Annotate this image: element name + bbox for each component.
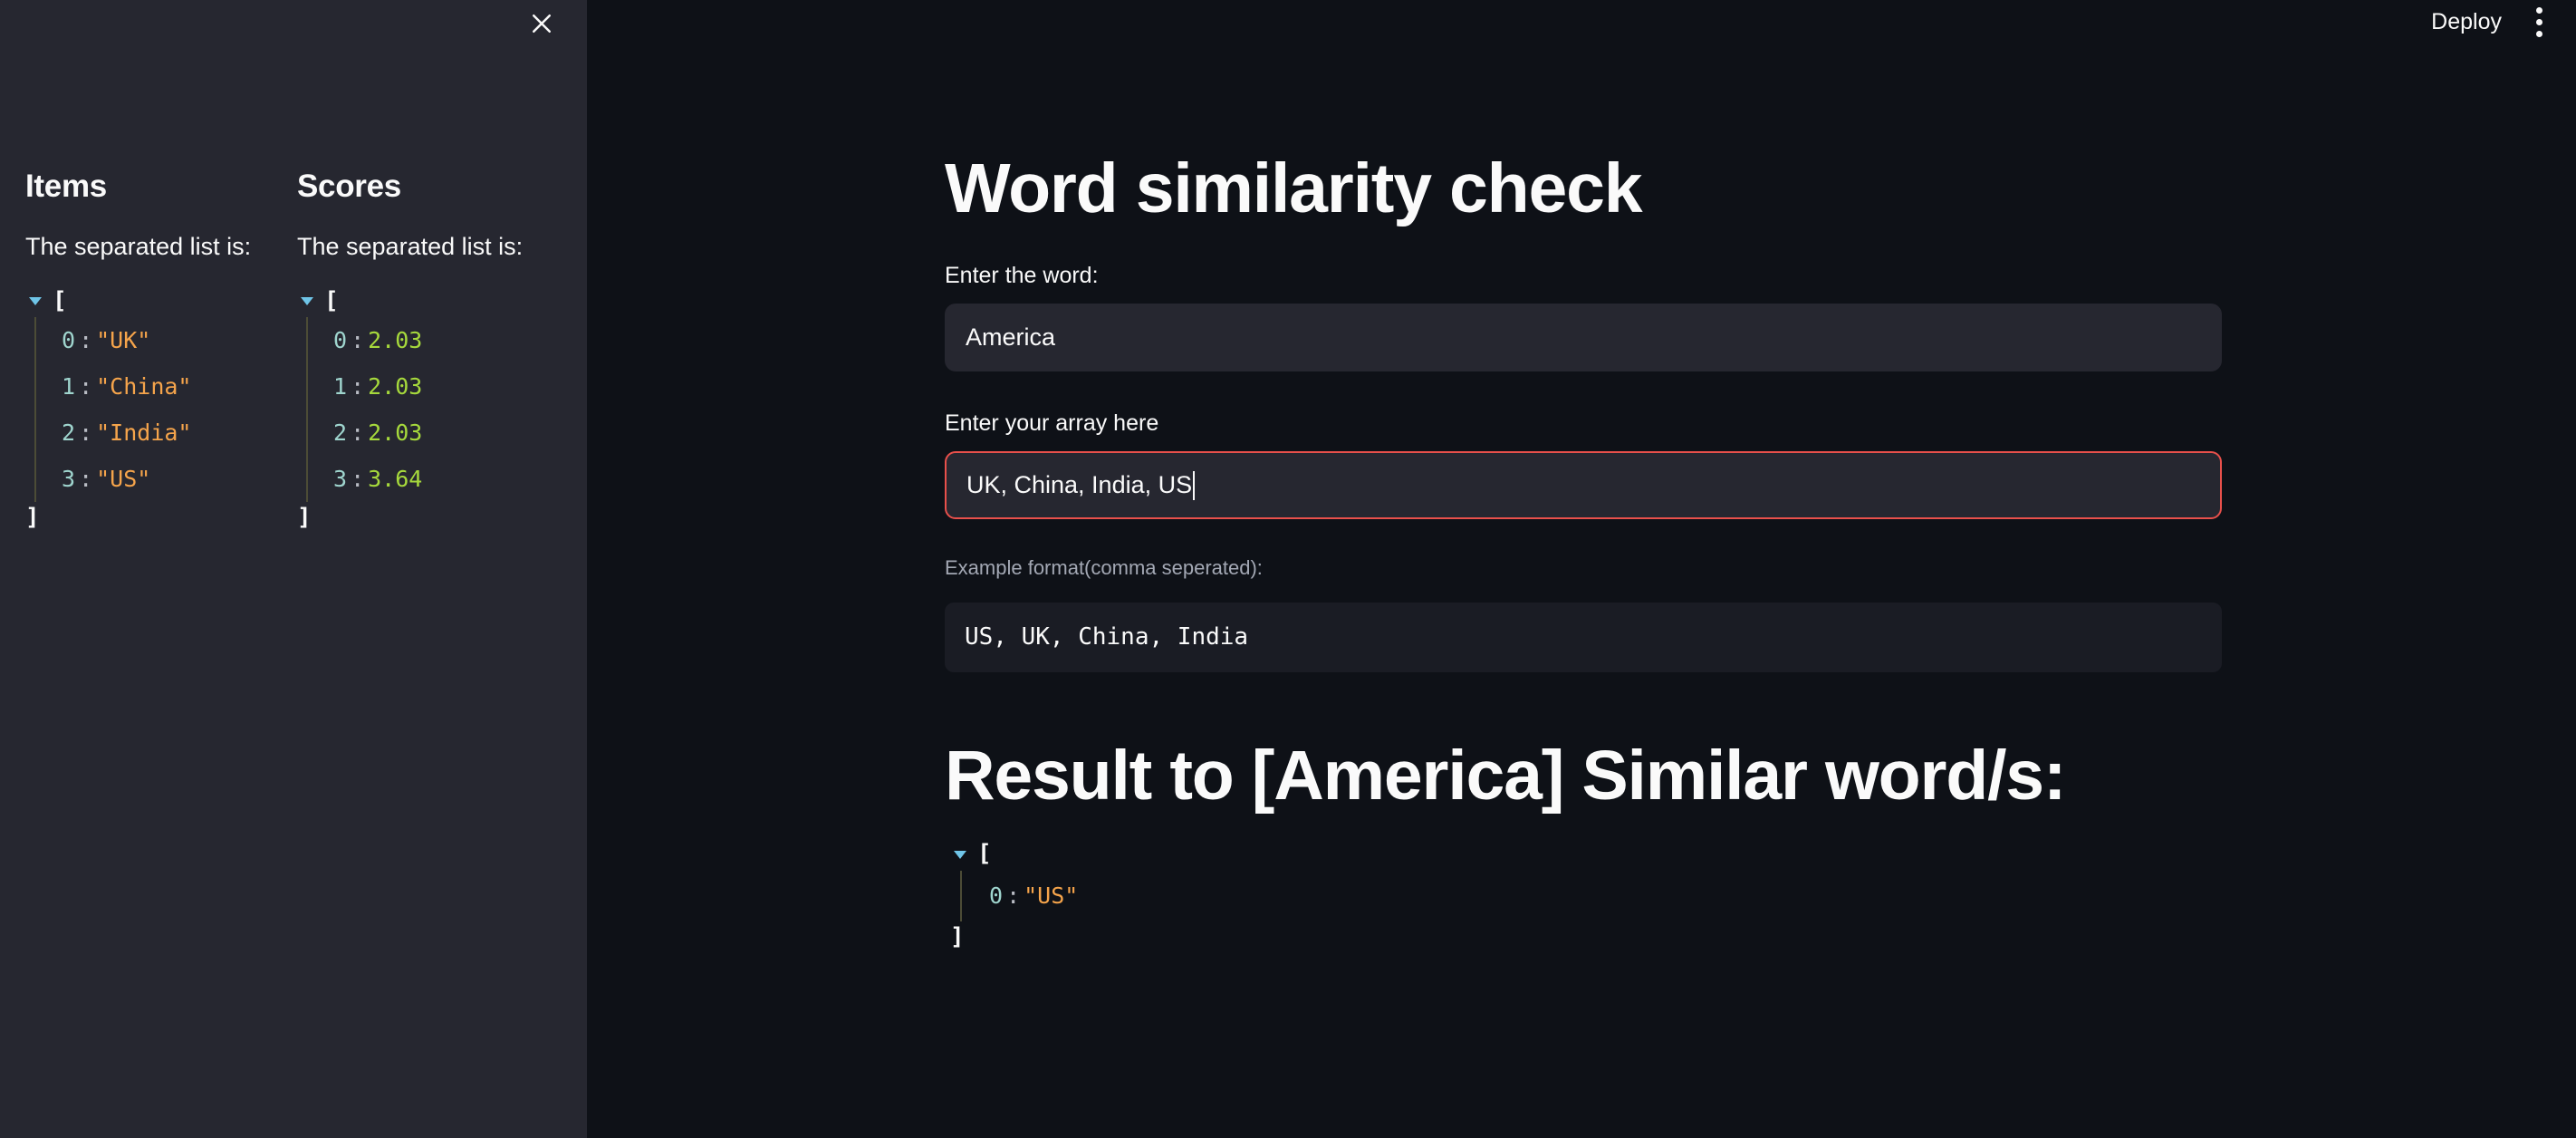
json-key: 2 (333, 419, 348, 446)
json-colon: : (79, 372, 93, 400)
array-input[interactable]: UK, China, India, US (945, 451, 2222, 519)
json-key: 1 (333, 372, 348, 400)
items-json-entries: 0 : "UK" 1 : "China" 2 : "India" 3: "US… (34, 317, 297, 503)
scores-json-entries: 0 : 2.03 1 : 2.03 2 : 2.03 3: 3.64 (306, 317, 569, 503)
app-root: Items The separated list is: [ 0: "UK" … (0, 0, 2576, 1138)
result-close-bracket: ] (950, 922, 965, 950)
json-value: 3.64 (368, 465, 423, 492)
json-key: 0 (989, 882, 1004, 909)
items-subtext: The separated list is: (25, 232, 252, 260)
json-entry: 3 : 3.64 (333, 456, 569, 502)
array-input-value: UK, China, India, US (966, 471, 1193, 498)
sidebar-column-items: Items The separated list is: [ 0: "UK" … (25, 168, 297, 529)
json-value: "India" (96, 419, 192, 446)
json-entry: 2 : "India" (62, 410, 297, 456)
items-json-root-row[interactable]: [ (25, 284, 297, 317)
word-field-label: Enter the word: (945, 263, 1099, 288)
json-colon: : (351, 465, 365, 492)
json-value: "US" (96, 465, 151, 492)
result-open-bracket: [ (977, 840, 992, 868)
top-toolbar: Deploy (2415, 0, 2576, 43)
items-heading: Items (25, 169, 107, 204)
sidebar-close-button[interactable] (522, 4, 562, 43)
page-title: Word similarity check (945, 149, 1643, 227)
sidebar-column-scores: Scores The separated list is: [ 0: 2.03… (297, 168, 569, 529)
items-json-viewer: [ 0 : "UK" 1 : "China" 2: "India" 3: "… (25, 284, 297, 532)
json-key: 3 (333, 465, 348, 492)
scores-heading: Scores (297, 169, 401, 204)
json-value: 2.03 (368, 372, 423, 400)
json-colon: : (79, 326, 93, 353)
json-colon: : (79, 419, 93, 446)
scores-json-viewer: [ 0 : 2.03 1 : 2.03 2: 2.03 3: 3.64] (297, 284, 569, 532)
sidebar-columns: Items The separated list is: [ 0: "UK" … (25, 168, 569, 529)
result-json-viewer: [ 0 : "US" ] (950, 838, 2222, 949)
json-value: 2.03 (368, 326, 423, 353)
sidebar: Items The separated list is: [ 0: "UK" … (0, 0, 587, 1138)
json-value: "UK" (96, 326, 151, 353)
json-entry: 1 : 2.03 (333, 363, 569, 410)
json-entry: 2 : 2.03 (333, 410, 569, 456)
scores-subtext: The separated list is: (297, 232, 524, 260)
json-entry: 3 : "US" (62, 456, 297, 502)
deploy-button[interactable]: Deploy (2415, 4, 2518, 41)
result-title: Result to [America] Similar word/s: (945, 736, 2067, 815)
word-input[interactable]: America (945, 304, 2222, 371)
json-entry: 0 : "US" (989, 871, 2222, 921)
json-key: 0 (62, 326, 76, 353)
chevron-down-icon[interactable] (25, 291, 45, 311)
json-value: "US" (1024, 882, 1079, 909)
more-vertical-icon[interactable] (2518, 1, 2560, 43)
json-key: 0 (333, 326, 348, 353)
example-code-text: US, UK, China, India (965, 623, 1249, 651)
main-content: Word similarity check Enter the word: Am… (945, 0, 2222, 949)
close-icon (528, 10, 555, 37)
main-area: Deploy Word similarity check Enter the w… (587, 0, 2576, 1138)
word-input-value: America (966, 323, 1056, 351)
json-entry: 0 : 2.03 (333, 317, 569, 363)
text-cursor (1193, 470, 1196, 500)
result-json-entries: 0 : "US" (960, 870, 2222, 921)
menu-dot (2535, 30, 2542, 37)
json-key: 2 (62, 419, 76, 446)
scores-json-root-row[interactable]: [ (297, 284, 569, 317)
scores-close-bracket: ] (297, 504, 312, 532)
json-colon: : (351, 326, 365, 353)
json-colon: : (351, 372, 365, 400)
scores-open-bracket: [ (324, 286, 339, 314)
json-key: 1 (62, 372, 76, 400)
items-open-bracket: [ (53, 286, 67, 314)
array-field-label: Enter your array here (945, 410, 1159, 436)
json-colon: : (351, 419, 365, 446)
json-colon: : (1006, 882, 1021, 909)
items-close-bracket: ] (25, 504, 40, 532)
menu-dot (2535, 18, 2542, 25)
menu-dot (2535, 6, 2542, 14)
chevron-down-icon[interactable] (950, 844, 970, 864)
json-key: 3 (62, 465, 76, 492)
example-caption: Example format(comma seperated): (945, 556, 1263, 579)
json-entry: 0 : "UK" (62, 317, 297, 363)
chevron-down-icon[interactable] (297, 291, 317, 311)
result-json-root-row[interactable]: [ (950, 838, 2222, 871)
json-value: 2.03 (368, 419, 423, 446)
json-colon: : (79, 465, 93, 492)
json-entry: 1 : "China" (62, 363, 297, 410)
json-value: "China" (96, 372, 192, 400)
example-code-block: US, UK, China, India (945, 602, 2222, 672)
